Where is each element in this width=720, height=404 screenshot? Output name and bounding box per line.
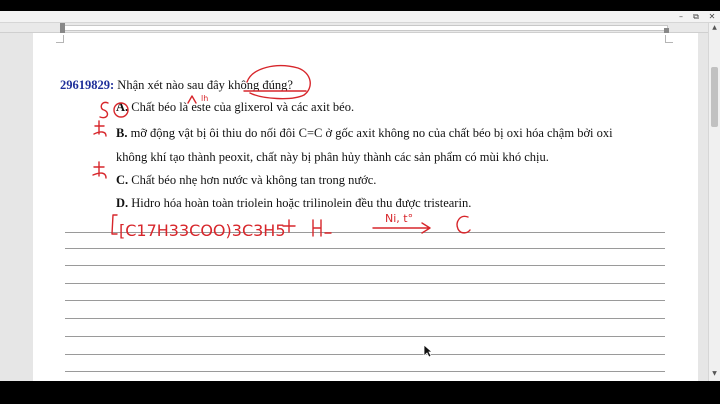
ruler-track — [62, 25, 668, 31]
question-line: 29619829: Nhận xét nào sau đây không đún… — [60, 78, 293, 93]
option-letter: C. — [116, 173, 129, 187]
option-b: B. mỡ động vật bị ôi thiu do nối đôi C=C… — [116, 126, 613, 141]
option-text: Chất béo là este của glixerol và các axi… — [128, 100, 355, 114]
scroll-down-icon[interactable]: ▼ — [709, 369, 720, 379]
option-letter: D. — [116, 196, 129, 210]
top-black-bar — [0, 0, 720, 11]
close-icon[interactable]: ✕ — [705, 11, 719, 23]
writing-line — [65, 318, 665, 319]
option-b-continued: không khí tạo thành peoxit, chất này bị … — [116, 150, 549, 165]
bottom-black-bar — [0, 381, 720, 404]
writing-line — [65, 283, 665, 284]
writing-line — [65, 300, 665, 301]
page-corner-mark — [665, 35, 673, 43]
writing-line — [65, 265, 665, 266]
document-workspace[interactable]: 29619829: Nhận xét nào sau đây không đún… — [0, 33, 708, 381]
scroll-thumb[interactable] — [711, 67, 718, 127]
restore-icon[interactable]: ⧉ — [689, 11, 703, 23]
writing-line — [65, 232, 665, 233]
scroll-up-icon[interactable]: ▲ — [709, 23, 720, 33]
vertical-scrollbar[interactable]: ▲ ▼ — [708, 23, 720, 381]
page-corner-mark — [56, 35, 64, 43]
option-d: D. Hidro hóa hoàn toàn triolein hoặc tri… — [116, 196, 471, 211]
horizontal-ruler[interactable] — [0, 23, 708, 33]
writing-line — [65, 248, 665, 249]
document-page[interactable]: 29619829: Nhận xét nào sau đây không đún… — [33, 33, 698, 381]
option-letter: A. — [116, 100, 129, 114]
mouse-cursor-icon — [423, 344, 433, 358]
writing-line — [65, 336, 665, 337]
option-text: không khí tạo thành peoxit, chất này bị … — [116, 150, 549, 164]
option-letter: B. — [116, 126, 128, 140]
question-mark: ? — [287, 78, 293, 92]
minimize-icon[interactable]: – — [674, 11, 688, 23]
writing-line — [65, 354, 665, 355]
title-bar: – ⧉ ✕ — [0, 11, 720, 23]
question-id: 29619829: — [60, 78, 115, 92]
option-a: A. Chất béo là este của glixerol và các … — [116, 100, 354, 115]
option-c: C. Chất béo nhẹ hơn nước và không tan tr… — [116, 173, 376, 188]
question-prompt: Nhận xét nào sau đây — [117, 78, 229, 92]
question-emphasis: không đúng — [228, 78, 288, 92]
option-text: Chất béo nhẹ hơn nước và không tan trong… — [128, 173, 377, 187]
writing-line — [65, 371, 665, 372]
option-text: Hidro hóa hoàn toàn triolein hoặc trilin… — [128, 196, 472, 210]
option-text: mỡ động vật bị ôi thiu do nối đôi C=C ở … — [127, 126, 613, 140]
